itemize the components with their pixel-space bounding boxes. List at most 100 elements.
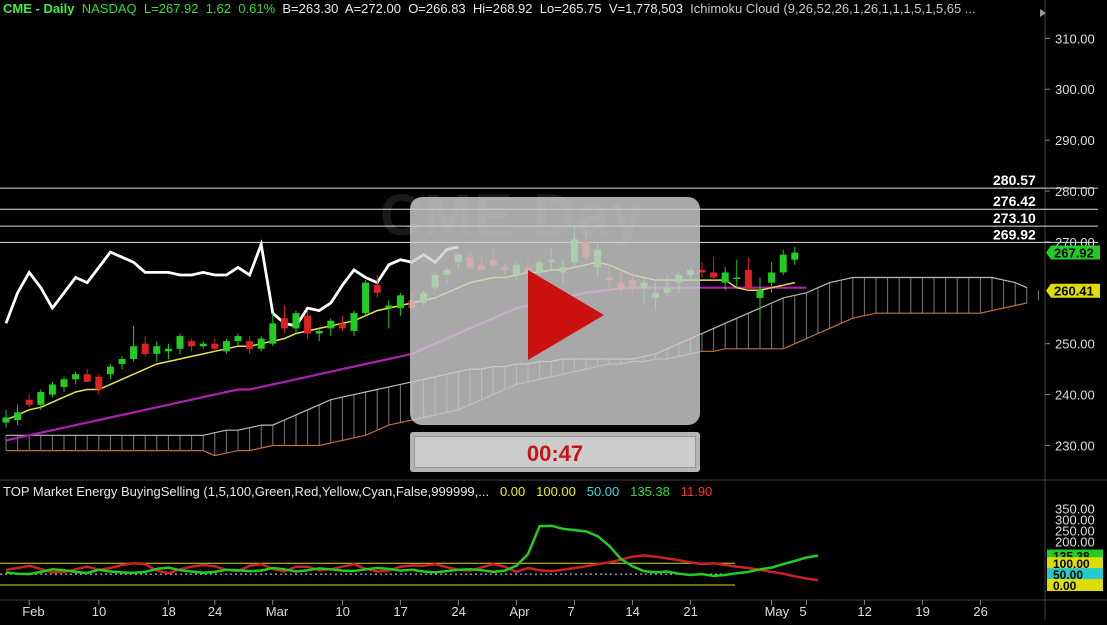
candle-body[interactable] [164, 348, 172, 352]
candle-body[interactable] [141, 343, 149, 354]
last-price: L=267.92 [143, 1, 199, 16]
candle-body[interactable] [327, 320, 335, 329]
price-axis-label: 240.00 [1055, 388, 1095, 403]
price-change-pct: 0.61% [238, 1, 276, 16]
candle-body[interactable] [756, 290, 764, 298]
play-icon[interactable] [410, 197, 700, 425]
high-price: Hi=268.92 [472, 1, 533, 16]
candle-body[interactable] [385, 305, 393, 309]
level-label: 269.92 [993, 226, 1036, 242]
candle-body[interactable] [373, 285, 381, 293]
time-axis-label: 5 [799, 604, 806, 619]
candle-body[interactable] [176, 336, 184, 349]
candle-body[interactable] [211, 343, 219, 349]
indicator-value-5: 11.90 [680, 484, 713, 499]
candle-body[interactable] [37, 392, 45, 405]
candle-body[interactable] [95, 376, 103, 390]
ask-price: A=272.00 [344, 1, 401, 16]
bid-price: B=263.30 [282, 1, 339, 16]
candle-body[interactable] [269, 323, 277, 344]
candle-body[interactable] [2, 417, 10, 423]
candle-body[interactable] [199, 343, 207, 347]
low-price: Lo=265.75 [539, 1, 602, 16]
candle-body[interactable] [710, 272, 718, 278]
open-price: O=266.83 [408, 1, 466, 16]
chikou-line [4, 239, 459, 328]
price-axis-label: 280.00 [1055, 184, 1095, 199]
time-axis-label: 26 [973, 604, 987, 619]
price-badge-label: 267.92 [1054, 245, 1094, 260]
video-timer: 00:47 [410, 432, 700, 472]
candle-body[interactable] [106, 366, 114, 375]
price-badge-label: 260.41 [1054, 284, 1094, 299]
candle-body[interactable] [304, 315, 312, 334]
candle-body[interactable] [48, 384, 56, 395]
indicator-value-2: 100.00 [536, 484, 576, 499]
indicator-value-3: 50.00 [586, 484, 620, 499]
candle-body[interactable] [350, 313, 358, 331]
price-axis-label: 300.00 [1055, 82, 1095, 97]
indicator-badge-label: 0.00 [1053, 579, 1077, 593]
time-axis-label: Apr [509, 604, 530, 619]
candle-body[interactable] [222, 341, 230, 352]
time-axis-label: 17 [393, 604, 407, 619]
exchange-label: NASDAQ [81, 1, 137, 16]
candle-body[interactable] [744, 269, 752, 288]
candle-body[interactable] [25, 399, 33, 405]
volume-label: V=1,778,503 [608, 1, 683, 16]
candle-body[interactable] [315, 330, 323, 334]
candle-body[interactable] [791, 252, 799, 260]
candle-body[interactable] [60, 379, 68, 387]
candle-body[interactable] [14, 412, 22, 421]
candle-body[interactable] [779, 254, 787, 273]
candle-body[interactable] [118, 358, 126, 365]
level-label: 273.10 [993, 210, 1036, 226]
price-change: 1.62 [205, 1, 232, 16]
time-axis-label: May [765, 604, 790, 619]
chart-header: CME - Daily NASDAQ L=267.92 1.62 0.61% B… [3, 1, 976, 16]
candle-body[interactable] [768, 272, 776, 283]
candle-body[interactable] [83, 374, 91, 382]
buying-line [5, 524, 819, 578]
time-axis-label: 7 [567, 604, 574, 619]
ichimoku-study-label[interactable]: Ichimoku Cloud (9,26,52,26,1,26,1,1,1,5,… [690, 1, 975, 16]
time-axis-label: 21 [683, 604, 697, 619]
time-axis-label: 18 [161, 604, 175, 619]
timer-text: 00:47 [526, 441, 584, 466]
indicator-value-4: 135.38 [630, 484, 670, 499]
trading-chart-window[interactable]: 310.00 300.00 290.00 280.00 270.00 250.00 240.… [0, 0, 1107, 620]
time-axis-label: 10 [92, 604, 106, 619]
time-axis-label: 24 [208, 604, 222, 619]
candle-body[interactable] [396, 295, 404, 309]
time-axis-label: Feb [22, 604, 44, 619]
candle-body[interactable] [188, 341, 196, 347]
candle-body[interactable] [246, 341, 254, 349]
selling-line [5, 554, 819, 582]
video-play-overlay[interactable] [410, 197, 700, 425]
candle-body[interactable] [130, 346, 138, 359]
time-axis-label: 14 [625, 604, 639, 619]
level-label: 276.42 [993, 193, 1036, 209]
candle-body[interactable] [292, 313, 300, 329]
time-axis-label: 12 [857, 604, 871, 619]
indicator-title[interactable]: TOP Market Energy BuyingSelling (1,5,100… [3, 484, 489, 499]
candle-body[interactable] [257, 338, 265, 349]
indicator-axis-label: 200.00 [1055, 534, 1095, 549]
candle-body[interactable] [234, 336, 242, 342]
indicator-value-1: 0.00 [499, 484, 526, 499]
candle-body[interactable] [280, 318, 288, 329]
candle-body[interactable] [362, 282, 370, 314]
symbol-label[interactable]: CME - Daily [3, 1, 75, 16]
price-axis-label: 310.00 [1055, 31, 1095, 46]
level-label: 280.57 [993, 172, 1036, 188]
candle-body[interactable] [733, 277, 741, 280]
indicator-header: TOP Market Energy BuyingSelling (1,5,100… [3, 484, 712, 499]
time-axis-label: 24 [451, 604, 465, 619]
candle-body[interactable] [721, 272, 729, 283]
candle-body[interactable] [153, 346, 161, 354]
candle-body[interactable] [72, 374, 80, 380]
price-axis-label: 250.00 [1055, 337, 1095, 352]
time-axis-label: 10 [335, 604, 349, 619]
time-axis-label: Mar [266, 604, 289, 619]
candle-body[interactable] [338, 323, 346, 329]
